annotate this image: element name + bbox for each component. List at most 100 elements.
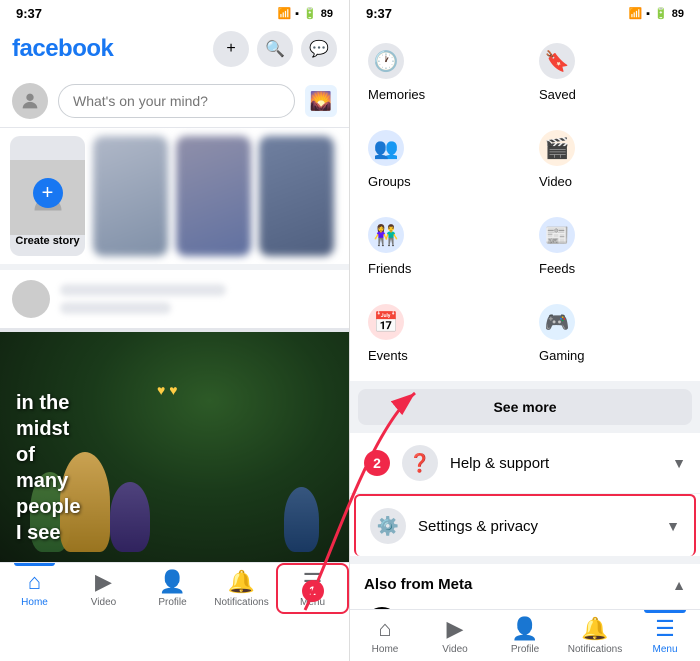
left-bottom-nav: ⌂ Home ▶ Video 👤 Profile 🔔 Notifications… bbox=[0, 562, 349, 614]
settings-privacy-label: Settings & privacy bbox=[418, 518, 538, 535]
right-panel: 9:37 📶 ▪ 🔋 89 🕐 Memories 🔖 Saved 👥 Group… bbox=[350, 0, 700, 661]
gaming-label: Gaming bbox=[539, 348, 585, 363]
settings-chevron: ▼ bbox=[666, 518, 680, 534]
menu-section-help-settings: 2 ❓ Help & support ▼ ⚙️ Settings & priva… bbox=[350, 433, 700, 556]
video-menu-icon: 🎬 bbox=[539, 130, 575, 166]
see-more-button[interactable]: See more bbox=[358, 389, 692, 425]
also-from-meta-section: Also from Meta ▲ Ⓣ Threads W WhatsApp bbox=[350, 564, 700, 609]
right-time: 9:37 bbox=[366, 6, 392, 21]
post-content-blur bbox=[60, 284, 337, 314]
create-story-label: Create story bbox=[11, 235, 83, 248]
header-icons: + 🔍 💬 bbox=[213, 31, 337, 67]
settings-icon: ⚙️ bbox=[370, 508, 406, 544]
settings-privacy-item[interactable]: ⚙️ Settings & privacy ▼ bbox=[354, 494, 696, 556]
left-panel: 9:37 📶 ▪ 🔋 89 facebook + 🔍 💬 🌄 + bbox=[0, 0, 350, 661]
post-avatar-blur bbox=[12, 280, 50, 318]
video-label: Video bbox=[91, 597, 116, 608]
menu-badge-1: 1 bbox=[302, 580, 324, 602]
help-support-label: Help & support bbox=[450, 455, 549, 472]
gaming-icon: 🎮 bbox=[539, 304, 575, 340]
also-from-chevron: ▲ bbox=[672, 577, 686, 593]
right-nav-notifications[interactable]: 🔔 Notifications bbox=[560, 610, 630, 661]
story-card-2[interactable] bbox=[176, 136, 251, 256]
facebook-header: facebook + 🔍 💬 bbox=[0, 25, 349, 75]
video-post: ♥ ♥ in themidstofmanypeopleI see bbox=[0, 332, 349, 562]
video-icon: ▶ bbox=[95, 569, 112, 595]
battery-value: 89 bbox=[321, 8, 333, 20]
right-video-icon: ▶ bbox=[447, 616, 464, 642]
left-nav-menu[interactable]: ☰ Menu 1 bbox=[276, 563, 349, 614]
right-battery-icon: 🔋 bbox=[654, 7, 668, 20]
menu-item-saved[interactable]: 🔖 Saved bbox=[529, 33, 692, 112]
step-badge-2: 2 bbox=[364, 450, 390, 476]
video-overlay-text: in themidstofmanypeopleI see bbox=[16, 390, 80, 546]
whats-on-your-mind-input[interactable] bbox=[58, 84, 295, 118]
menu-scroll-area: 🕐 Memories 🔖 Saved 👥 Groups 🎬 Video 👫 Fr… bbox=[350, 25, 700, 609]
profile-label: Profile bbox=[158, 597, 186, 608]
help-support-item[interactable]: 2 ❓ Help & support ▼ bbox=[350, 433, 700, 494]
also-from-header: Also from Meta ▲ bbox=[350, 564, 700, 599]
right-bottom-nav: ⌂ Home ▶ Video 👤 Profile 🔔 Notifications… bbox=[350, 609, 700, 661]
menu-item-memories[interactable]: 🕐 Memories bbox=[358, 33, 521, 112]
stories-row: + Create story bbox=[0, 128, 349, 270]
video-menu-label: Video bbox=[539, 174, 572, 189]
right-signal-icon: 📶 bbox=[628, 7, 642, 20]
help-chevron: ▼ bbox=[672, 455, 686, 471]
right-status-icons: 📶 ▪ 🔋 89 bbox=[628, 7, 684, 20]
left-nav-video[interactable]: ▶ Video bbox=[69, 563, 138, 614]
facebook-logo: facebook bbox=[12, 35, 113, 63]
right-nav-home[interactable]: ⌂ Home bbox=[350, 610, 420, 661]
home-label: Home bbox=[21, 597, 48, 608]
right-home-label: Home bbox=[372, 644, 399, 655]
menu-item-friends[interactable]: 👫 Friends bbox=[358, 207, 521, 286]
menu-item-events[interactable]: 📅 Events bbox=[358, 294, 521, 373]
right-battery-value: 89 bbox=[672, 8, 684, 20]
right-video-label: Video bbox=[442, 644, 467, 655]
threads-item[interactable]: Ⓣ Threads bbox=[350, 599, 700, 609]
photo-button[interactable]: 🌄 bbox=[305, 85, 337, 117]
friends-icon: 👫 bbox=[368, 217, 404, 253]
friends-label: Friends bbox=[368, 261, 411, 276]
right-nav-menu[interactable]: ☰ Menu bbox=[630, 610, 700, 661]
right-menu-icon: ☰ bbox=[655, 616, 675, 642]
groups-label: Groups bbox=[368, 174, 411, 189]
right-nav-video[interactable]: ▶ Video bbox=[420, 610, 490, 661]
messenger-button[interactable]: 💬 bbox=[301, 31, 337, 67]
menu-item-groups[interactable]: 👥 Groups bbox=[358, 120, 521, 199]
post-box: 🌄 bbox=[0, 75, 349, 128]
left-nav-home[interactable]: ⌂ Home bbox=[0, 563, 69, 614]
menu-item-feeds[interactable]: 📰 Feeds bbox=[529, 207, 692, 286]
user-avatar bbox=[12, 83, 48, 119]
right-nav-profile[interactable]: 👤 Profile bbox=[490, 610, 560, 661]
help-icon: ❓ bbox=[402, 445, 438, 481]
also-from-title: Also from Meta bbox=[364, 576, 472, 593]
left-nav-notifications[interactable]: 🔔 Notifications bbox=[207, 563, 276, 614]
feeds-label: Feeds bbox=[539, 261, 575, 276]
left-time: 9:37 bbox=[16, 6, 42, 21]
wifi-icon: ▪ bbox=[295, 8, 299, 20]
menu-grid: 🕐 Memories 🔖 Saved 👥 Groups 🎬 Video 👫 Fr… bbox=[350, 25, 700, 381]
notifications-label: Notifications bbox=[214, 597, 268, 608]
menu-item-video[interactable]: 🎬 Video bbox=[529, 120, 692, 199]
events-label: Events bbox=[368, 348, 408, 363]
add-button[interactable]: + bbox=[213, 31, 249, 67]
search-button[interactable]: 🔍 bbox=[257, 31, 293, 67]
right-wifi-icon: ▪ bbox=[646, 8, 650, 20]
left-status-icons: 📶 ▪ 🔋 89 bbox=[277, 7, 333, 20]
events-icon: 📅 bbox=[368, 304, 404, 340]
story-card-1[interactable] bbox=[93, 136, 168, 256]
menu-item-gaming[interactable]: 🎮 Gaming bbox=[529, 294, 692, 373]
signal-icon: 📶 bbox=[277, 7, 291, 20]
plus-icon: + bbox=[33, 178, 63, 208]
create-story-card[interactable]: + Create story bbox=[10, 136, 85, 256]
left-status-bar: 9:37 📶 ▪ 🔋 89 bbox=[0, 0, 349, 25]
saved-icon: 🔖 bbox=[539, 43, 575, 79]
left-nav-profile[interactable]: 👤 Profile bbox=[138, 563, 207, 614]
right-home-icon: ⌂ bbox=[378, 616, 391, 642]
help-support-left: 2 ❓ Help & support bbox=[364, 445, 549, 481]
blurred-post bbox=[0, 270, 349, 328]
memories-icon: 🕐 bbox=[368, 43, 404, 79]
story-card-3[interactable] bbox=[259, 136, 334, 256]
home-icon: ⌂ bbox=[28, 569, 41, 595]
right-notifications-label: Notifications bbox=[568, 644, 622, 655]
